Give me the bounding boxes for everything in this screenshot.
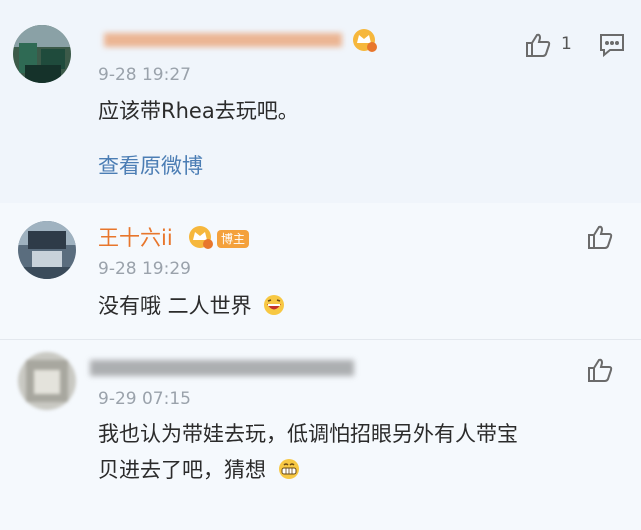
comment-text: 没有哦 二人世界: [98, 288, 285, 324]
comment-text-line2: 贝进去了吧，猜想: [98, 452, 299, 488]
comment-2: 王十六ii 博主 9-28 19:29 没有哦 二人世界: [0, 203, 641, 339]
like-count: 1: [561, 34, 572, 54]
avatar[interactable]: [18, 221, 76, 279]
username-redacted: [98, 28, 348, 52]
comment-text-body: 没有哦 二人世界: [98, 294, 252, 318]
username-redacted: [86, 350, 358, 388]
comment-time: 9-28 19:27: [98, 65, 191, 85]
comment-3: 9-29 07:15 我也认为带娃去玩，低调怕招眼另外有人带宝 贝进去了吧，猜想: [0, 339, 641, 530]
grinning-emoji-icon: [262, 295, 286, 322]
like-thumb-icon[interactable]: [586, 356, 614, 388]
avatar[interactable]: [18, 352, 76, 410]
like-thumb-icon[interactable]: [586, 223, 614, 255]
comment-text-line2-body: 贝进去了吧，猜想: [98, 458, 266, 482]
comment-time: 9-28 19:29: [98, 259, 191, 279]
comment-time: 9-29 07:15: [98, 389, 191, 409]
vip-crown-icon: [186, 223, 214, 255]
blogger-badge: 博主: [217, 230, 250, 248]
username[interactable]: 王十六ii: [98, 225, 173, 251]
comment-1: 9-28 19:27 应该带Rhea去玩吧。 查看原微博 1: [0, 0, 641, 200]
reply-comment-icon[interactable]: [598, 31, 626, 63]
comment-text: 应该带Rhea去玩吧。: [98, 99, 299, 123]
view-original-post-link[interactable]: 查看原微博: [98, 152, 203, 180]
vip-crown-icon: [350, 26, 378, 58]
like-thumb-icon[interactable]: [524, 31, 552, 63]
avatar[interactable]: [13, 25, 71, 83]
comment-text-line1: 我也认为带娃去玩，低调怕招眼另外有人带宝: [98, 422, 518, 446]
grinning-emoji-icon: [277, 459, 301, 486]
